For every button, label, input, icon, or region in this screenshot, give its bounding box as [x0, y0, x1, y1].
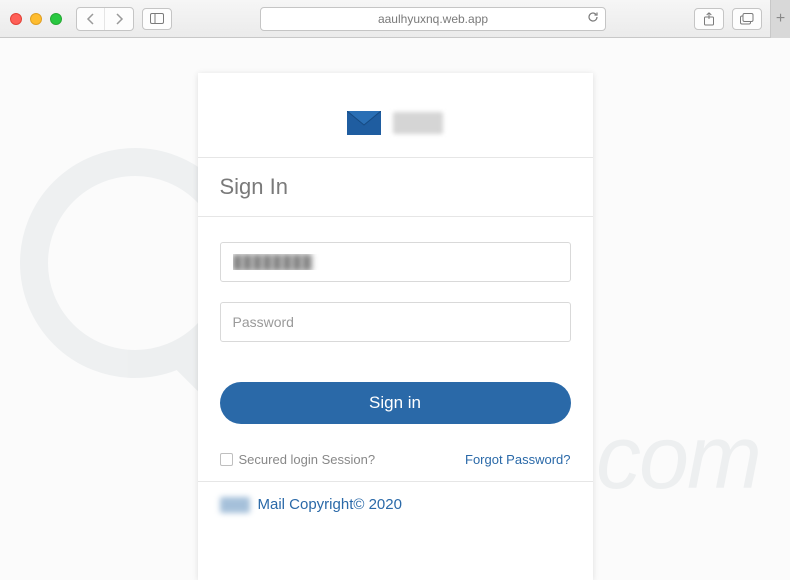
card-footer: Mail Copyright© 2020	[198, 482, 593, 531]
secured-session-label: Secured login Session?	[239, 452, 376, 467]
logo-section	[198, 73, 593, 157]
address-bar[interactable]: aaulhyuxnq.web.app	[260, 7, 606, 31]
tabs-button[interactable]	[732, 8, 762, 30]
forward-button[interactable]	[105, 8, 133, 30]
footer-brand-redacted	[220, 497, 250, 513]
copyright-text: Mail Copyright© 2020	[258, 496, 402, 513]
username-input[interactable]	[220, 242, 571, 282]
nav-buttons	[76, 7, 134, 31]
login-form: Sign in	[198, 217, 593, 434]
forgot-password-link[interactable]: Forgot Password?	[465, 452, 571, 467]
back-button[interactable]	[77, 8, 105, 30]
heading-section: Sign In	[198, 157, 593, 217]
new-tab-button[interactable]: +	[770, 0, 790, 38]
close-window-icon[interactable]	[10, 13, 22, 25]
browser-toolbar: aaulhyuxnq.web.app +	[0, 0, 790, 38]
url-text: aaulhyuxnq.web.app	[378, 12, 488, 26]
checkbox-icon	[220, 453, 233, 466]
page-content: risk.com Sign In Sign in Secured	[0, 38, 790, 580]
secured-session-checkbox[interactable]: Secured login Session?	[220, 452, 376, 467]
minimize-window-icon[interactable]	[30, 13, 42, 25]
signin-heading: Sign In	[220, 174, 571, 200]
signin-button[interactable]: Sign in	[220, 382, 571, 424]
toolbar-right	[694, 8, 762, 30]
envelope-icon	[347, 111, 381, 135]
sidebar-toggle-button[interactable]	[142, 8, 172, 30]
reload-icon[interactable]	[587, 11, 599, 26]
maximize-window-icon[interactable]	[50, 13, 62, 25]
brand-text-redacted	[393, 112, 443, 134]
share-button[interactable]	[694, 8, 724, 30]
options-row: Secured login Session? Forgot Password?	[198, 434, 593, 482]
window-controls	[10, 13, 62, 25]
password-input[interactable]	[220, 302, 571, 342]
signin-card: Sign In Sign in Secured login Session? F…	[198, 73, 593, 580]
